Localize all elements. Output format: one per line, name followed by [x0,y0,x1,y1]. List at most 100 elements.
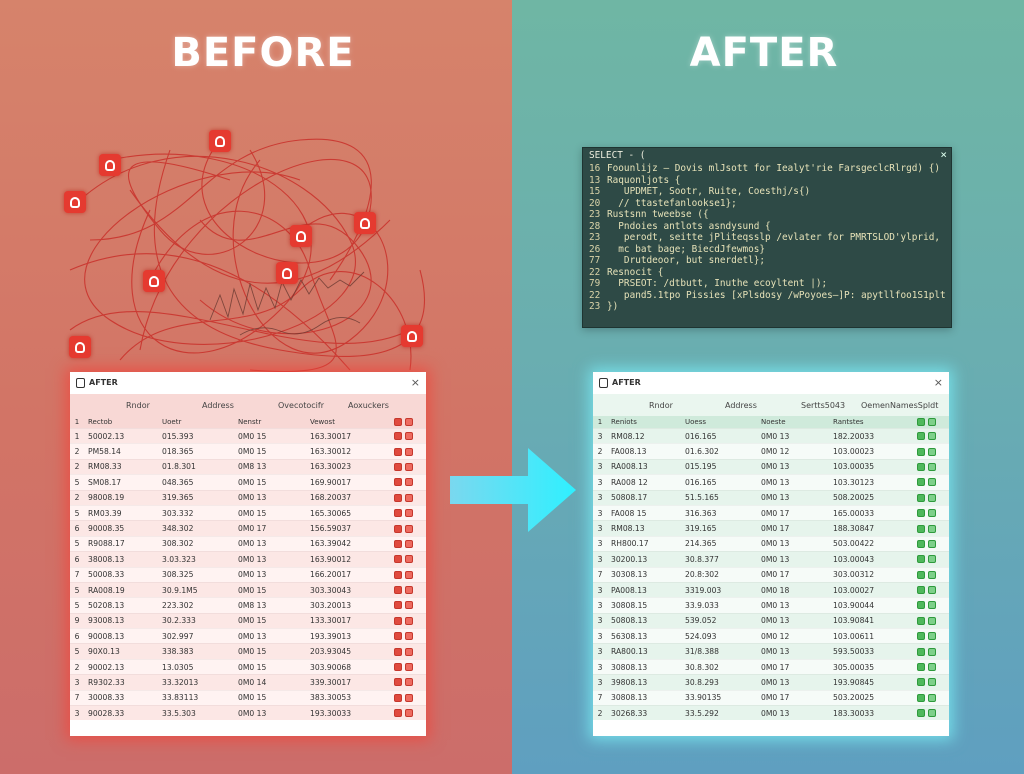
table-row[interactable]: 6 90008.35 348.302 0M0 17 156.59037 [70,520,426,536]
link-icon[interactable] [928,693,936,702]
table-row[interactable]: 7 30808.13 33.90135 0M0 17 503.20025 [593,689,949,706]
column-header[interactable]: Sertts5043 [761,401,845,410]
edit-icon[interactable] [394,418,402,426]
link-icon[interactable] [405,601,413,610]
link-icon[interactable] [405,586,413,595]
edit-icon[interactable] [394,432,402,441]
link-icon[interactable] [405,555,413,564]
column-header[interactable]: Aoxuckers [310,401,394,410]
table-row[interactable]: 5 R9088.17 308.302 0M0 13 163.39042 [70,535,426,552]
edit-icon[interactable] [394,647,402,656]
close-icon[interactable]: × [940,148,947,161]
edit-icon[interactable] [394,524,402,533]
table-row[interactable]: 7 30008.33 33.83113 0M0 15 383.30053 [70,689,426,706]
edit-icon[interactable] [917,432,925,441]
table-row[interactable]: 3 RM08.13 319.165 0M0 17 188.30847 [593,520,949,536]
link-icon[interactable] [405,693,413,702]
table-row[interactable]: 2 FA008.13 01.6.302 0M0 12 103.00023 [593,443,949,459]
column-header[interactable]: Ovecotocifr [238,401,324,410]
edit-icon[interactable] [917,601,925,610]
edit-icon[interactable] [394,616,402,625]
edit-icon[interactable] [394,693,402,702]
edit-icon[interactable] [394,493,402,502]
edit-icon[interactable] [917,678,925,687]
link-icon[interactable] [928,432,936,441]
column-header[interactable]: Address [685,401,761,410]
edit-icon[interactable] [394,539,402,548]
link-icon[interactable] [928,524,936,533]
link-icon[interactable] [405,709,413,718]
edit-icon[interactable] [917,478,925,487]
table-row[interactable]: 3 30808.13 30.8.302 0M0 17 305.00035 [593,658,949,675]
link-icon[interactable] [405,524,413,533]
edit-icon[interactable] [917,709,925,718]
link-icon[interactable] [405,478,413,487]
table-row[interactable]: 5 50208.13 223.302 0M8 13 303.20013 [70,597,426,613]
close-icon[interactable]: × [411,372,420,394]
link-icon[interactable] [928,555,936,564]
table-row[interactable]: 9 93008.13 30.2.333 0M0 15 133.30017 [70,612,426,629]
table-row[interactable]: 3 50808.13 539.052 0M0 13 103.90841 [593,612,949,629]
link-icon[interactable] [405,570,413,579]
link-icon[interactable] [928,663,936,672]
table-row[interactable]: 3 RM08.12 016.165 0M0 13 182.20033 [593,428,949,444]
link-icon[interactable] [405,462,413,471]
link-icon[interactable] [928,709,936,718]
table-row[interactable]: 3 FA008 15 316.363 0M0 17 165.00033 [593,504,949,521]
table-row[interactable]: 2 30268.33 33.5.292 0M0 13 183.30033 [593,705,949,721]
edit-icon[interactable] [917,524,925,533]
edit-icon[interactable] [917,447,925,456]
edit-icon[interactable] [394,462,402,471]
table-row[interactable]: 2 90002.13 13.0305 0M0 15 303.90068 [70,658,426,675]
edit-icon[interactable] [394,447,402,456]
table-row[interactable]: 3 50808.17 51.5.165 0M0 13 508.20025 [593,489,949,505]
table-row[interactable]: 3 RA008 12 016.165 0M0 13 103.30123 [593,474,949,490]
edit-icon[interactable] [917,418,925,426]
edit-icon[interactable] [394,632,402,641]
edit-icon[interactable] [917,693,925,702]
table-row[interactable]: 3 RA008.13 015.195 0M0 13 103.00035 [593,458,949,475]
table-row[interactable]: 6 38008.13 3.03.323 0M0 13 163.90012 [70,551,426,567]
link-icon[interactable] [928,632,936,641]
table-row[interactable]: 2 RM08.33 01.8.301 0M8 13 163.30023 [70,458,426,475]
link-icon[interactable] [928,616,936,625]
column-header[interactable]: Address [162,401,238,410]
edit-icon[interactable] [917,555,925,564]
edit-icon[interactable] [917,632,925,641]
table-row[interactable]: 7 30308.13 20.8:302 0M0 17 303.00312 [593,566,949,582]
link-icon[interactable] [928,647,936,656]
table-row[interactable]: 3 39808.13 30.8.293 0M0 13 193.90845 [593,674,949,690]
link-icon[interactable] [405,493,413,502]
table-row[interactable]: 3 56308.13 524.093 0M0 12 103.00611 [593,628,949,644]
link-icon[interactable] [405,509,413,518]
edit-icon[interactable] [917,586,925,595]
table-row[interactable]: 5 RA008.19 30.9.1M5 0M0 15 303.30043 [70,581,426,598]
link-icon[interactable] [928,539,936,548]
edit-icon[interactable] [394,586,402,595]
link-icon[interactable] [928,478,936,487]
edit-icon[interactable] [917,647,925,656]
table-row[interactable]: 2 PM58.14 018.365 0M0 15 163.30012 [70,443,426,459]
table-row[interactable]: 7 50008.33 308.325 0M0 13 166.20017 [70,566,426,582]
column-header[interactable]: Rndor [607,401,685,410]
table-row[interactable]: 3 30200.13 30.8.377 0M0 13 103.00043 [593,551,949,567]
table-row[interactable]: 5 90X0.13 338.383 0M0 15 203.93045 [70,643,426,659]
link-icon[interactable] [928,601,936,610]
link-icon[interactable] [405,447,413,456]
table-row[interactable]: 5 RM03.39 303.332 0M0 15 165.30065 [70,504,426,521]
edit-icon[interactable] [394,678,402,687]
table-row[interactable]: 3 30808.15 33.9.033 0M0 13 103.90044 [593,597,949,613]
edit-icon[interactable] [394,570,402,579]
column-header[interactable]: Rndor [84,401,162,410]
table-row[interactable]: 1 50002.13 015.393 0M0 15 163.30017 [70,428,426,444]
table-row[interactable]: 3 PA008.13 3319.003 0M0 18 103.00027 [593,581,949,598]
edit-icon[interactable] [917,462,925,471]
link-icon[interactable] [928,586,936,595]
link-icon[interactable] [405,678,413,687]
link-icon[interactable] [405,632,413,641]
link-icon[interactable] [928,678,936,687]
link-icon[interactable] [405,539,413,548]
table-row[interactable]: 5 SM08.17 048.365 0M0 15 169.90017 [70,474,426,490]
table-row[interactable]: 3 RH800.17 214.365 0M0 13 503.00422 [593,535,949,552]
link-icon[interactable] [405,647,413,656]
